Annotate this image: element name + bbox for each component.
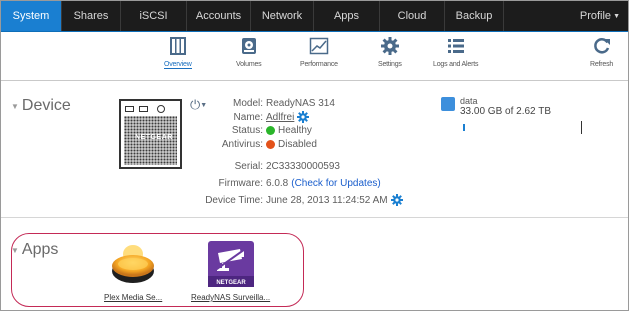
volume-usage-bar <box>463 124 465 131</box>
tab-iscsi[interactable]: iSCSI <box>121 1 187 31</box>
surveillance-camera-icon: NETGEAR <box>207 241 254 287</box>
tab-backup[interactable]: Backup <box>445 1 504 31</box>
app-readynas-surveillance[interactable]: NETGEAR ReadyNAS Surveilla... <box>191 241 270 302</box>
toolbar-logs[interactable]: Logs and Alerts <box>433 36 478 68</box>
edit-name-gear-icon[interactable] <box>297 111 310 123</box>
text-cursor <box>581 121 582 134</box>
top-nav: System Shares iSCSI Accounts Network App… <box>1 1 628 32</box>
volume-icon <box>441 97 455 111</box>
status-row: Status: Healthy <box>231 125 312 136</box>
refresh-icon <box>593 38 610 54</box>
logs-list-icon <box>447 39 464 53</box>
tab-network[interactable]: Network <box>251 1 314 31</box>
device-section-header[interactable]: ▼ Device <box>11 97 71 115</box>
toolbar-volumes[interactable]: Volumes <box>236 36 262 68</box>
toolbar-refresh[interactable]: Refresh <box>590 36 613 68</box>
tab-profile[interactable]: Profile ▼ <box>504 1 628 31</box>
check-updates-link[interactable]: (Check for Updates) <box>291 178 380 189</box>
settings-gear-icon <box>380 37 399 55</box>
model-row: Model: ReadyNAS 314 <box>232 98 335 109</box>
toolbar-overview[interactable]: Overview <box>164 36 192 69</box>
section-divider <box>1 217 628 218</box>
plex-icon <box>112 245 155 283</box>
app-plex[interactable]: Plex Media Se... <box>104 241 162 302</box>
overview-icon <box>169 37 186 55</box>
sub-toolbar: Overview Volumes Performance Settings Lo… <box>1 32 628 81</box>
name-row: Name: Adlfrei <box>205 111 405 123</box>
app-frame: System Shares iSCSI Accounts Network App… <box>0 0 629 311</box>
serial-row: Serial: 2C33330000593 <box>234 161 340 172</box>
device-time-row: Device Time: June 28, 2013 11:24:52 AM <box>205 194 445 206</box>
status-dot-icon <box>266 126 275 135</box>
netgear-logo: NETGEAR <box>135 134 173 141</box>
tab-shares[interactable]: Shares <box>62 1 121 31</box>
netgear-logo: NETGEAR <box>216 280 246 286</box>
tab-accounts[interactable]: Accounts <box>187 1 251 31</box>
toolbar-settings[interactable]: Settings <box>378 36 402 68</box>
device-name-link[interactable]: Adlfrei <box>266 112 294 123</box>
nas-device-image: NETGEAR <box>119 99 182 169</box>
tab-apps[interactable]: Apps <box>314 1 380 31</box>
antivirus-row: Antivirus: Disabled <box>221 139 317 150</box>
firmware-row: Firmware: 6.0.8 (Check for Updates) <box>218 178 381 189</box>
power-icon: ⏻ <box>190 97 201 112</box>
collapse-triangle-icon: ▼ <box>11 101 19 111</box>
toolbar-performance[interactable]: Performance <box>300 36 338 68</box>
time-settings-gear-icon[interactable] <box>390 194 403 206</box>
tab-cloud[interactable]: Cloud <box>380 1 445 31</box>
chevron-down-icon: ▼ <box>613 12 620 20</box>
tab-system[interactable]: System <box>1 1 62 31</box>
antivirus-dot-icon <box>266 140 275 149</box>
performance-icon <box>309 37 329 55</box>
volumes-icon <box>241 38 256 54</box>
